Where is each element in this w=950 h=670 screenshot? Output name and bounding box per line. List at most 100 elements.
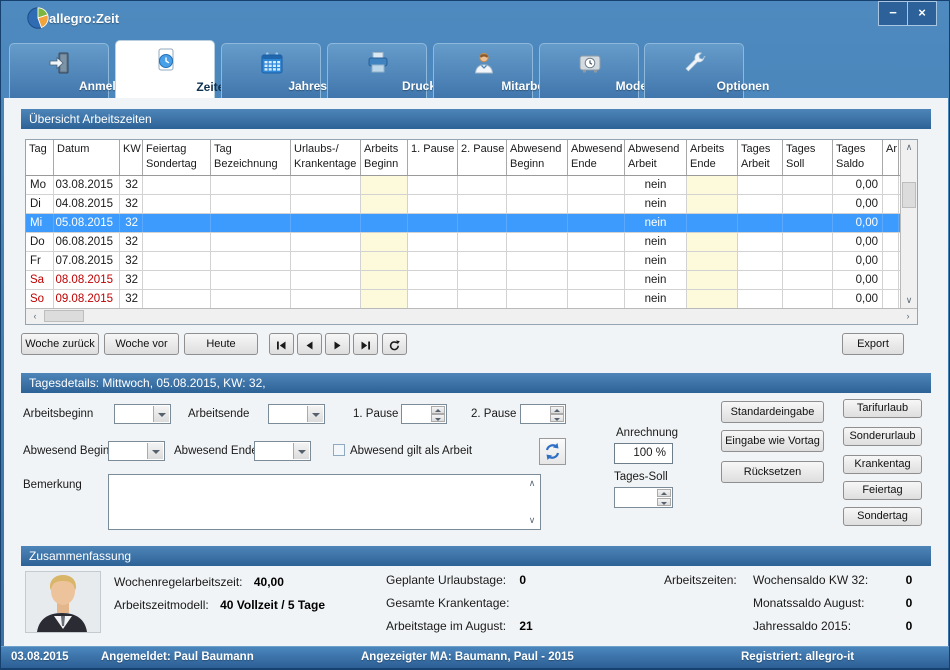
- cell: [361, 271, 408, 289]
- previous-record-button[interactable]: [297, 333, 322, 355]
- bemerkung-label: Bemerkung: [23, 479, 82, 491]
- scroll-right-icon[interactable]: ›: [901, 309, 915, 324]
- dropdown-arrow-icon[interactable]: [147, 443, 163, 459]
- column-header-kw[interactable]: KW: [120, 140, 143, 175]
- table-row[interactable]: Mo03.08.201532nein0,00: [26, 176, 917, 195]
- tab-mitarbeiter[interactable]: Mitarbeiter: [433, 43, 533, 98]
- pause1-spinner[interactable]: [401, 404, 447, 424]
- vscroll-thumb[interactable]: [902, 182, 916, 208]
- week-back-button[interactable]: Woche zurück: [21, 333, 99, 355]
- table-row[interactable]: Mi05.08.201532nein0,00: [26, 214, 917, 233]
- scroll-down-icon[interactable]: ∨: [901, 293, 917, 308]
- bemerkung-textarea[interactable]: ∧ ∨: [108, 474, 541, 530]
- cell: nein: [625, 214, 687, 232]
- tab-jahresplan[interactable]: Jahresplan: [221, 43, 321, 98]
- spin-down-icon[interactable]: [550, 414, 564, 422]
- cell: [783, 214, 833, 232]
- cell: [738, 233, 783, 251]
- scroll-up-icon[interactable]: ∧: [526, 476, 538, 491]
- cell: [143, 271, 211, 289]
- today-button[interactable]: Heute: [184, 333, 258, 355]
- spin-down-icon[interactable]: [657, 498, 671, 506]
- cell: [143, 195, 211, 213]
- ruecksetzen-button[interactable]: Rücksetzen: [721, 461, 824, 483]
- column-header-tages-arbeit[interactable]: TagesArbeit: [738, 140, 783, 175]
- column-header-arbeits-beginn[interactable]: ArbeitsBeginn: [361, 140, 408, 175]
- tab-modelle[interactable]: Modelle: [539, 43, 639, 98]
- table-row[interactable]: So09.08.201532nein0,00: [26, 290, 917, 309]
- day-cell: Do: [26, 233, 54, 251]
- column-header-1-pause[interactable]: 1. Pause: [408, 140, 458, 175]
- column-header-arbeits-ende[interactable]: ArbeitsEnde: [687, 140, 738, 175]
- vertical-scrollbar[interactable]: ∧ ∨: [900, 140, 917, 308]
- dropdown-arrow-icon[interactable]: [293, 443, 309, 459]
- column-header-tages-soll[interactable]: TagesSoll: [783, 140, 833, 175]
- tab-drucken[interactable]: Drucken: [327, 43, 427, 98]
- column-header-tages-saldo[interactable]: TagesSaldo: [833, 140, 883, 175]
- eingabe-wie-vortag-button[interactable]: Eingabe wie Vortag: [721, 430, 824, 452]
- dropdown-arrow-icon[interactable]: [153, 406, 169, 422]
- tarifurlaub-button[interactable]: Tarifurlaub: [843, 399, 922, 418]
- column-header-abwesend-beginn[interactable]: AbwesendBeginn: [507, 140, 568, 175]
- standardeingabe-button[interactable]: Standardeingabe: [721, 401, 824, 423]
- spin-up-icon[interactable]: [657, 489, 671, 497]
- column-header-2-pause[interactable]: 2. Pause: [458, 140, 507, 175]
- tages-soll-spinner[interactable]: [614, 487, 673, 508]
- minimize-button[interactable]: −: [878, 1, 908, 26]
- table-row[interactable]: Do06.08.201532nein0,00: [26, 233, 917, 252]
- table-row[interactable]: Fr07.08.201532nein0,00: [26, 252, 917, 271]
- column-header-urlaubs-krankentage[interactable]: Urlaubs-/Krankentage: [291, 140, 361, 175]
- next-record-button[interactable]: [325, 333, 350, 355]
- column-header-datum[interactable]: Datum: [54, 140, 120, 175]
- table-row[interactable]: Sa08.08.201532nein0,00: [26, 271, 917, 290]
- scroll-up-icon[interactable]: ∧: [901, 140, 917, 155]
- cell: [507, 271, 568, 289]
- spin-up-icon[interactable]: [431, 406, 445, 414]
- feiertag-button[interactable]: Feiertag: [843, 481, 922, 500]
- cell: [507, 290, 568, 308]
- export-button[interactable]: Export: [842, 333, 904, 355]
- cell: [458, 290, 507, 308]
- reload-button[interactable]: [382, 333, 407, 355]
- cell: 32: [120, 214, 143, 232]
- column-header-feiertag-sondertag[interactable]: FeiertagSondertag: [143, 140, 211, 175]
- login-door-icon: [47, 50, 73, 76]
- abwesend-beginn-select[interactable]: [108, 441, 165, 461]
- column-header-tag-bezeichnung[interactable]: TagBezeichnung: [211, 140, 291, 175]
- horizontal-scrollbar[interactable]: ‹ ›: [26, 308, 917, 324]
- pause2-spinner[interactable]: [520, 404, 566, 424]
- sondertag-button[interactable]: Sondertag: [843, 507, 922, 526]
- tab-zeiten[interactable]: Zeiten: [115, 40, 215, 99]
- sync-button[interactable]: [539, 438, 566, 465]
- cell: nein: [625, 176, 687, 194]
- column-header-abwesend-ende[interactable]: AbwesendEnde: [568, 140, 625, 175]
- column-header-ar[interactable]: Ar: [883, 140, 899, 175]
- cell: 32: [120, 290, 143, 308]
- sonderurlaub-button[interactable]: Sonderurlaub: [843, 427, 922, 446]
- column-header-tag[interactable]: Tag: [26, 140, 54, 175]
- dropdown-arrow-icon[interactable]: [307, 406, 323, 422]
- anrechnung-field[interactable]: 100 %: [614, 443, 673, 464]
- tab-optionen[interactable]: Optionen: [644, 43, 744, 98]
- spin-down-icon[interactable]: [431, 414, 445, 422]
- hscroll-thumb[interactable]: [44, 310, 84, 322]
- table-row[interactable]: Di04.08.201532nein0,00: [26, 195, 917, 214]
- spin-up-icon[interactable]: [550, 406, 564, 414]
- arbeitsende-select[interactable]: [268, 404, 325, 424]
- cell: [783, 252, 833, 270]
- week-forward-button[interactable]: Woche vor: [104, 333, 179, 355]
- first-record-button[interactable]: [269, 333, 294, 355]
- abwesend-ende-select[interactable]: [254, 441, 311, 461]
- cell: [507, 195, 568, 213]
- scroll-left-icon[interactable]: ‹: [28, 309, 42, 324]
- arbeitsbeginn-select[interactable]: [114, 404, 171, 424]
- krankentag-button[interactable]: Krankentag: [843, 455, 922, 474]
- scroll-down-icon[interactable]: ∨: [526, 513, 538, 528]
- abwesend-als-arbeit-checkbox[interactable]: [333, 444, 345, 456]
- last-record-button[interactable]: [353, 333, 378, 355]
- column-header-abwesend-arbeit[interactable]: AbwesendArbeit: [625, 140, 687, 175]
- summary-value: 40,00: [254, 575, 284, 589]
- close-button[interactable]: ×: [907, 1, 937, 26]
- document-clock-icon: [153, 47, 179, 73]
- tab-anmelden[interactable]: Anmelden: [9, 43, 109, 98]
